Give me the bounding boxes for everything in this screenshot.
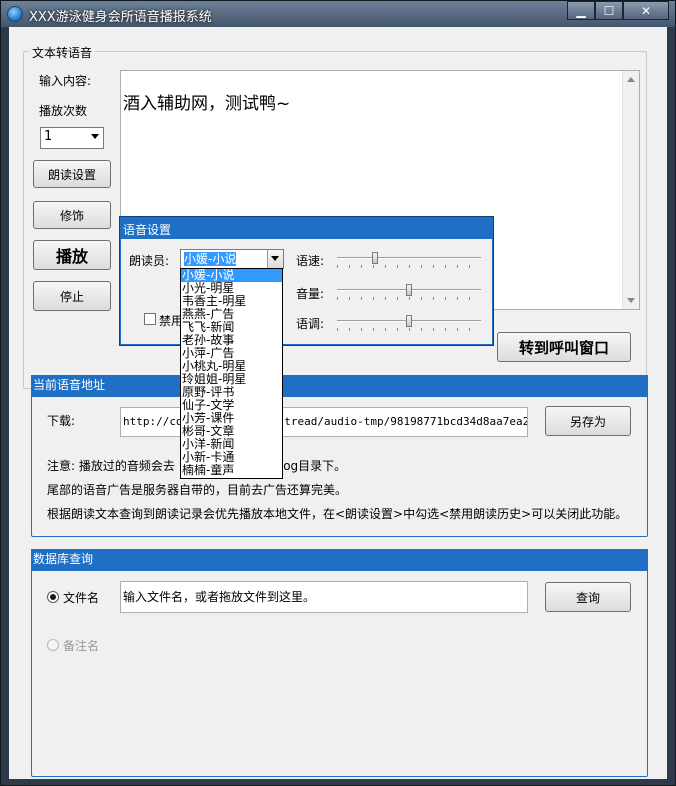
filename-radio-label: 文件名 (63, 591, 100, 605)
scroll-up-icon[interactable] (627, 77, 635, 82)
note-line-2: 尾部的语音广告是服务器自带的，目前去广告还算完美。 (47, 483, 348, 497)
transfer-to-call-button[interactable]: 转到呼叫窗口 (497, 332, 631, 362)
reader-option[interactable]: 老孙-故事 (181, 334, 282, 347)
stop-button[interactable]: 停止 (33, 281, 111, 311)
tts-group-label: 文本转语音 (29, 44, 96, 61)
play-count-value: 1 (44, 129, 53, 144)
reader-option[interactable]: 原野-评书 (181, 386, 282, 399)
download-label: 下载: (47, 414, 76, 428)
decorate-button[interactable]: 修饰 (33, 201, 111, 229)
reader-option[interactable]: 燕燕-广告 (181, 308, 282, 321)
input-label: 输入内容: (39, 74, 92, 88)
volume-label: 音量: (296, 287, 325, 301)
minimize-button[interactable]: ▁ (567, 1, 595, 20)
reader-option[interactable]: 小桃丸-明星 (181, 360, 282, 373)
reader-option[interactable]: 小萍-广告 (181, 347, 282, 360)
reader-option[interactable]: 小洋-新闻 (181, 438, 282, 451)
disable-history-checkbox[interactable] (144, 313, 156, 325)
volume-slider[interactable] (337, 284, 481, 300)
maximize-button[interactable]: ☐ (595, 1, 623, 20)
db-panel-header: 数据库查询 (31, 549, 648, 571)
audio-url-right: tread/audio-tmp/98198771bcd34d8aa7ea2501… (284, 415, 527, 428)
window-title: XXX游泳健身会所语音播报系统 (29, 10, 212, 25)
speed-slider-ticks (337, 265, 481, 268)
save-as-button[interactable]: 另存为 (545, 406, 631, 436)
text-input-value: 酒入辅助网，测试鸭~ (123, 94, 291, 114)
play-count-label: 播放次数 (39, 104, 88, 118)
note-line-1-left: 注意: 播放过的音频会去 (47, 459, 175, 473)
voice-settings-dialog: 语音设置 朗读员: 小媛-小说 语速: 音量: 禁用 语调: (119, 216, 494, 346)
reader-dropdown-list[interactable]: 小媛-小说 小光-明星 韦香主-明星 燕燕-广告 飞飞-新闻 老孙-故事 小萍-广告 小桃丸-… (180, 268, 283, 479)
client-area: 文本转语音 输入内容: 播放次数 1 朗读设置 修饰 播放 停止 酒入辅助网，测… (9, 27, 667, 779)
speed-slider-track (337, 257, 481, 259)
pitch-slider-thumb[interactable] (406, 315, 412, 327)
search-input[interactable]: 输入文件名，或者拖放文件到这里。 (120, 581, 528, 613)
speed-label: 语速: (296, 254, 325, 268)
pitch-slider[interactable] (337, 315, 481, 331)
note-line-3: 根据朗读文本查询到朗读记录会优先播放本地文件，在<朗读设置>中勾选<禁用朗读历史… (47, 507, 628, 521)
note-line-1-right: log目录下。 (279, 459, 347, 473)
remark-radio-label: 备注名 (63, 639, 100, 653)
scroll-down-icon[interactable] (627, 298, 635, 303)
reader-option[interactable]: 玲姐姐-明星 (181, 373, 282, 386)
reader-option[interactable]: 小芳-课件 (181, 412, 282, 425)
app-icon (7, 6, 23, 22)
chevron-down-icon (91, 134, 99, 139)
reader-option[interactable]: 小媛-小说 (181, 269, 282, 282)
title-bar[interactable]: XXX游泳健身会所语音播报系统 ▁ ☐ ✕ (1, 1, 675, 27)
caption-buttons: ▁ ☐ ✕ (567, 1, 669, 20)
reader-option[interactable]: 飞飞-新闻 (181, 321, 282, 334)
text-input-scrollbar[interactable] (622, 71, 639, 309)
reader-option[interactable]: 小新-卡通 (181, 451, 282, 464)
reader-select[interactable]: 小媛-小说 (180, 249, 284, 269)
play-button[interactable]: 播放 (33, 240, 111, 270)
volume-slider-ticks (337, 297, 481, 300)
speed-slider[interactable] (337, 252, 481, 268)
search-input-placeholder: 输入文件名，或者拖放文件到这里。 (123, 590, 316, 604)
speed-slider-thumb[interactable] (372, 252, 378, 264)
voice-settings-body: 朗读员: 小媛-小说 语速: 音量: 禁用 语调: (121, 239, 492, 344)
play-count-select[interactable]: 1 (40, 127, 104, 149)
close-button[interactable]: ✕ (623, 1, 669, 20)
volume-slider-thumb[interactable] (406, 284, 412, 296)
read-settings-button[interactable]: 朗读设置 (33, 160, 111, 188)
query-button[interactable]: 查询 (545, 582, 631, 612)
reader-option[interactable]: 韦香主-明星 (181, 295, 282, 308)
reader-select-value: 小媛-小说 (184, 252, 237, 266)
pitch-label: 语调: (296, 317, 325, 331)
remark-radio[interactable] (47, 639, 59, 651)
audio-panel-header: 当前语音地址 (31, 375, 648, 397)
reader-label: 朗读员: (129, 254, 170, 268)
reader-option[interactable]: 仙子-文学 (181, 399, 282, 412)
reader-option[interactable]: 小光-明星 (181, 282, 282, 295)
filename-radio[interactable] (47, 591, 59, 603)
reader-option[interactable]: 彬哥-文章 (181, 425, 282, 438)
voice-settings-title: 语音设置 (123, 223, 172, 237)
reader-option[interactable]: 楠楠-童声 (181, 464, 282, 477)
chevron-down-icon (271, 256, 279, 261)
pitch-slider-ticks (337, 328, 481, 331)
main-window: XXX游泳健身会所语音播报系统 ▁ ☐ ✕ 文本转语音 输入内容: 播放次数 1… (0, 0, 676, 786)
